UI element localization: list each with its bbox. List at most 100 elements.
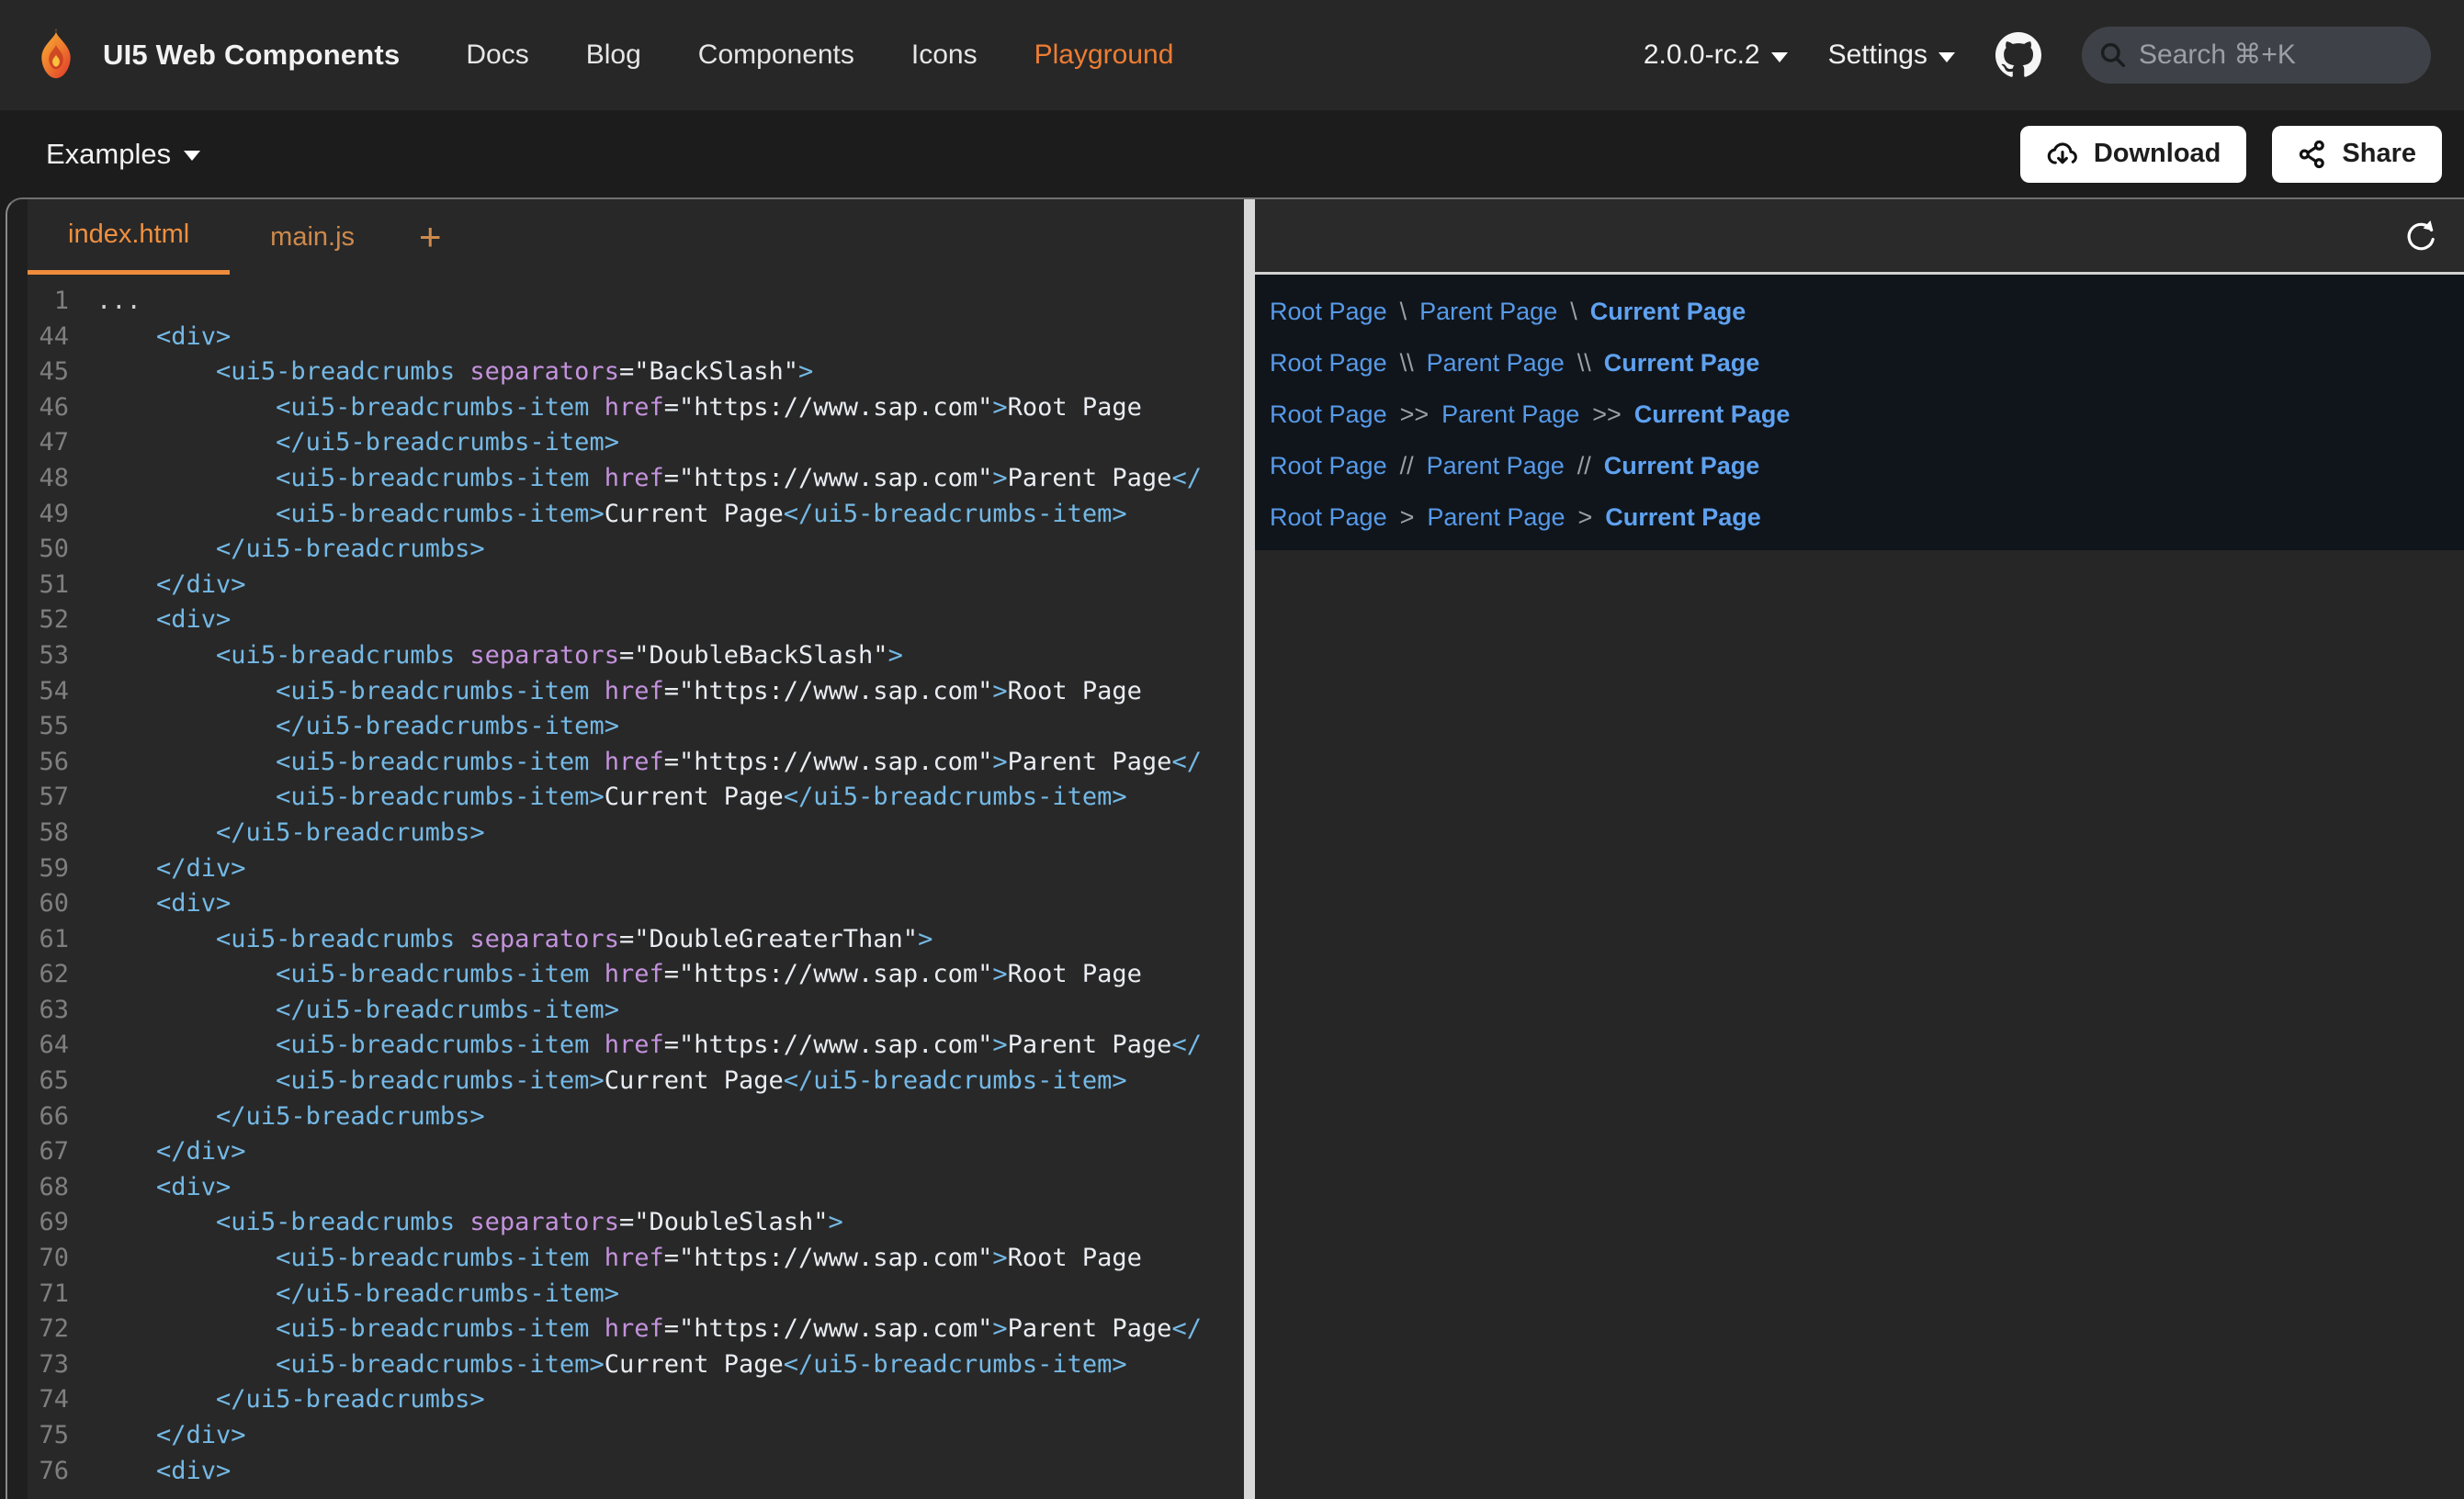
line-number: 55 bbox=[28, 709, 69, 745]
add-tab-button[interactable]: + bbox=[395, 199, 466, 275]
nav-link-components[interactable]: Components bbox=[698, 39, 854, 71]
line-number: 76 bbox=[28, 1454, 69, 1490]
preview-pane: Root Page\Parent Page\Current PageRoot P… bbox=[1255, 199, 2464, 1499]
breadcrumb-current[interactable]: Current Page bbox=[1634, 400, 1791, 429]
breadcrumb-link[interactable]: Root Page bbox=[1270, 452, 1387, 480]
brand-link[interactable]: UI5 Web Components bbox=[28, 27, 400, 84]
cloud-download-icon bbox=[2046, 140, 2079, 168]
code-line: 47 </ui5-breadcrumbs-item> bbox=[28, 425, 1244, 461]
line-number: 46 bbox=[28, 390, 69, 426]
examples-bar: Examples Download Share bbox=[0, 110, 2464, 197]
settings-dropdown[interactable]: Settings bbox=[1828, 39, 1955, 71]
line-number: 60 bbox=[28, 886, 69, 922]
ui5-phoenix-logo-icon bbox=[28, 27, 85, 84]
refresh-button[interactable] bbox=[2398, 214, 2442, 258]
code-line: 65 <ui5-breadcrumbs-item>Current Page</u… bbox=[28, 1064, 1244, 1099]
code-line: 70 <ui5-breadcrumbs-item href="https://w… bbox=[28, 1241, 1244, 1277]
code-line-text: </ui5-breadcrumbs> bbox=[69, 1382, 485, 1418]
code-line-text: <ui5-breadcrumbs-item href="https://www.… bbox=[69, 1028, 1202, 1064]
breadcrumb-separator: >> bbox=[1400, 400, 1430, 429]
code-line-text: <ui5-breadcrumbs separators="DoubleGreat… bbox=[69, 922, 932, 958]
share-button[interactable]: Share bbox=[2272, 126, 2442, 183]
breadcrumb-link[interactable]: Root Page bbox=[1270, 400, 1387, 429]
line-number: 68 bbox=[28, 1170, 69, 1206]
breadcrumb: Root Page\\Parent Page\\Current Page bbox=[1270, 337, 2464, 389]
breadcrumb-current[interactable]: Current Page bbox=[1604, 349, 1760, 378]
breadcrumb-link[interactable]: Root Page bbox=[1270, 503, 1387, 532]
code-line-text: <div> bbox=[69, 886, 231, 922]
line-number: 61 bbox=[28, 922, 69, 958]
code-line-text: </div> bbox=[69, 1134, 246, 1170]
code-line: 56 <ui5-breadcrumbs-item href="https://w… bbox=[28, 745, 1244, 781]
line-number: 65 bbox=[28, 1064, 69, 1099]
nav-link-playground[interactable]: Playground bbox=[1034, 39, 1174, 71]
line-number: 69 bbox=[28, 1205, 69, 1241]
code-line: 52 <div> bbox=[28, 603, 1244, 638]
breadcrumb-link[interactable]: Parent Page bbox=[1441, 400, 1579, 429]
code-line: 61 <ui5-breadcrumbs separators="DoubleGr… bbox=[28, 922, 1244, 958]
code-line-text: </ui5-breadcrumbs-item> bbox=[69, 993, 619, 1029]
line-number: 70 bbox=[28, 1241, 69, 1277]
breadcrumb-separator: > bbox=[1400, 503, 1415, 532]
code-line-text: <ui5-breadcrumbs-item href="https://www.… bbox=[69, 957, 1142, 993]
share-icon bbox=[2298, 140, 2327, 169]
breadcrumb-link[interactable]: Root Page bbox=[1270, 298, 1387, 326]
code-line-text: <ui5-breadcrumbs separators="BackSlash"> bbox=[69, 355, 813, 390]
breadcrumb-link[interactable]: Root Page bbox=[1270, 349, 1387, 378]
breadcrumb-link[interactable]: Parent Page bbox=[1427, 349, 1565, 378]
breadcrumb-separator: // bbox=[1400, 452, 1414, 480]
code-line-text: <ui5-breadcrumbs-item>Current Page</ui5-… bbox=[69, 1064, 1127, 1099]
github-icon bbox=[1995, 32, 2041, 78]
github-link[interactable] bbox=[1995, 32, 2041, 78]
version-dropdown[interactable]: 2.0.0-rc.2 bbox=[1644, 39, 1788, 71]
code-line-text: </ui5-breadcrumbs-item> bbox=[69, 709, 619, 745]
chevron-down-icon bbox=[1771, 52, 1788, 62]
nav-link-icons[interactable]: Icons bbox=[911, 39, 978, 71]
nav-link-blog[interactable]: Blog bbox=[586, 39, 641, 71]
share-label: Share bbox=[2342, 139, 2416, 169]
search-box bbox=[2082, 27, 2431, 84]
code-line: 48 <ui5-breadcrumbs-item href="https://w… bbox=[28, 461, 1244, 497]
breadcrumb-current[interactable]: Current Page bbox=[1590, 298, 1746, 326]
download-button[interactable]: Download bbox=[2020, 126, 2247, 183]
line-number: 72 bbox=[28, 1312, 69, 1347]
line-number: 53 bbox=[28, 638, 69, 674]
code-line-text: <ui5-breadcrumbs-item>Current Page</ui5-… bbox=[69, 1347, 1127, 1383]
code-line: 58 </ui5-breadcrumbs> bbox=[28, 816, 1244, 851]
breadcrumb-link[interactable]: Parent Page bbox=[1427, 452, 1565, 480]
search-input[interactable] bbox=[2082, 27, 2431, 84]
tab-index.html[interactable]: index.html bbox=[28, 199, 230, 275]
breadcrumb-separator: > bbox=[1577, 503, 1592, 532]
code-line: 54 <ui5-breadcrumbs-item href="https://w… bbox=[28, 674, 1244, 710]
breadcrumb-link[interactable]: Parent Page bbox=[1419, 298, 1557, 326]
line-number: 62 bbox=[28, 957, 69, 993]
code-area[interactable]: 1...44 <div>45 <ui5-breadcrumbs separato… bbox=[28, 275, 1244, 1499]
line-number: 50 bbox=[28, 532, 69, 568]
code-line-text: <ui5-breadcrumbs-item href="https://www.… bbox=[69, 674, 1142, 710]
breadcrumb: Root Page//Parent Page//Current Page bbox=[1270, 440, 2464, 491]
examples-dropdown[interactable]: Examples bbox=[46, 138, 200, 171]
code-line-text: </ui5-breadcrumbs-item> bbox=[69, 1277, 619, 1313]
line-number: 47 bbox=[28, 425, 69, 461]
code-line: 46 <ui5-breadcrumbs-item href="https://w… bbox=[28, 390, 1244, 426]
code-line: 59 </div> bbox=[28, 851, 1244, 887]
code-line: 60 <div> bbox=[28, 886, 1244, 922]
code-line-text: <ui5-breadcrumbs separators="DoubleSlash… bbox=[69, 1205, 843, 1241]
line-number: 56 bbox=[28, 745, 69, 781]
code-line: 66 </ui5-breadcrumbs> bbox=[28, 1099, 1244, 1135]
code-line: 45 <ui5-breadcrumbs separators="BackSlas… bbox=[28, 355, 1244, 390]
code-line-text: <ui5-breadcrumbs-item>Current Page</ui5-… bbox=[69, 780, 1127, 816]
preview-toolbar bbox=[1255, 199, 2464, 275]
breadcrumb-current[interactable]: Current Page bbox=[1604, 452, 1760, 480]
line-number: 1 bbox=[28, 284, 69, 320]
search-icon bbox=[2098, 40, 2128, 74]
nav-link-docs[interactable]: Docs bbox=[466, 39, 528, 71]
breadcrumb-current[interactable]: Current Page bbox=[1605, 503, 1761, 532]
code-line: 67 </div> bbox=[28, 1134, 1244, 1170]
workspace-left-gutter bbox=[7, 199, 28, 1499]
code-line: 73 <ui5-breadcrumbs-item>Current Page</u… bbox=[28, 1347, 1244, 1383]
tab-main.js[interactable]: main.js bbox=[230, 199, 395, 275]
breadcrumb-link[interactable]: Parent Page bbox=[1427, 503, 1565, 532]
code-line: 44 <div> bbox=[28, 320, 1244, 355]
pane-resize-handle[interactable] bbox=[1244, 199, 1255, 1499]
